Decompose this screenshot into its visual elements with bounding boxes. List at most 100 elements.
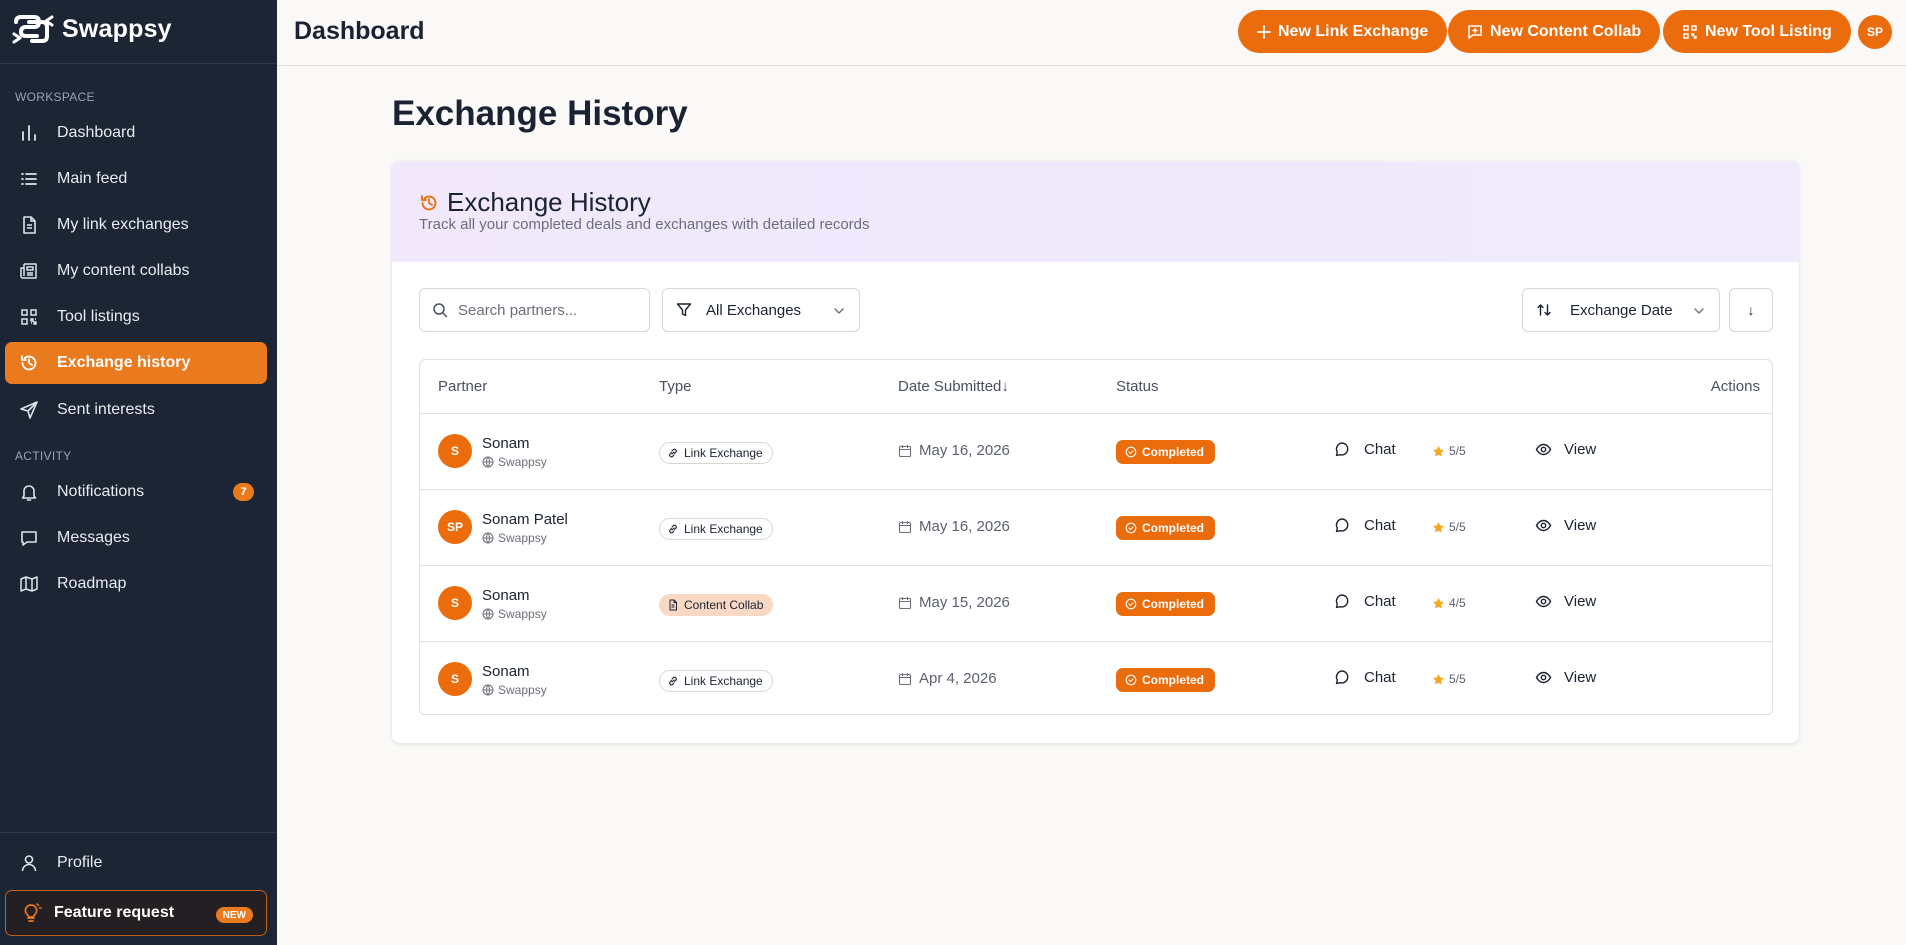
column-header-partner[interactable]: Partner (438, 378, 487, 395)
partner-avatar: SP (438, 510, 472, 544)
sidebar-item-messages[interactable]: Messages (5, 517, 267, 559)
bar-chart-icon (18, 122, 40, 144)
type-badge-label: Link Exchange (684, 446, 763, 460)
link-icon (667, 675, 679, 687)
workspace-section-label: WORKSPACE (15, 90, 95, 104)
chat-button[interactable]: Chat (1334, 441, 1396, 458)
table-row: S Sonam Swappsy Content Collab May 15, 2… (420, 566, 1772, 642)
sort-arrows-icon (1536, 302, 1552, 318)
qr-grid-icon (18, 306, 40, 328)
globe-icon (482, 532, 494, 544)
search-input[interactable] (458, 301, 628, 319)
partner-name[interactable]: Sonam Patel (482, 511, 568, 528)
exchange-type-filter-value: All Exchanges (706, 301, 802, 319)
message-plus-icon (1467, 24, 1483, 40)
link-icon (667, 523, 679, 535)
date-submitted: Apr 4, 2026 (898, 670, 997, 687)
brand[interactable]: Swappsy (12, 11, 172, 47)
partner-name[interactable]: Sonam (482, 663, 530, 680)
partner-name[interactable]: Sonam (482, 587, 530, 604)
exchange-type-filter[interactable]: All Exchanges (662, 288, 860, 332)
eye-icon (1535, 441, 1552, 458)
view-label: View (1564, 669, 1597, 686)
chat-bubble-icon (1334, 669, 1351, 686)
new-content-collab-button[interactable]: New Content Collab (1448, 10, 1661, 53)
calendar-icon (898, 444, 912, 458)
partner-site: Swappsy (482, 455, 547, 469)
type-badge-label: Link Exchange (684, 674, 763, 688)
sidebar-divider (0, 832, 277, 833)
sidebar-item-label: Messages (57, 529, 130, 546)
filter-icon (676, 302, 692, 318)
card-header: Exchange History Track all your complete… (392, 161, 1799, 262)
newspaper-icon (18, 260, 40, 282)
eye-icon (1535, 517, 1552, 534)
search-partners-field[interactable] (419, 288, 650, 332)
new-tool-listing-button[interactable]: New Tool Listing (1663, 10, 1851, 53)
check-circle-icon (1125, 446, 1137, 458)
user-avatar[interactable]: SP (1858, 15, 1892, 49)
table-row: SP Sonam Patel Swappsy Link Exchange May… (420, 490, 1772, 566)
brand-name: Swappsy (62, 14, 172, 43)
globe-icon (482, 456, 494, 468)
list-icon (18, 168, 40, 190)
card-subtitle: Track all your completed deals and excha… (419, 216, 870, 233)
chat-label: Chat (1364, 441, 1396, 458)
status-badge: Completed (1116, 592, 1216, 616)
swappsy-logo-icon (12, 14, 56, 44)
chat-label: Chat (1364, 669, 1396, 686)
rating-value: 5/5 (1449, 520, 1466, 534)
status-badge: Completed (1116, 516, 1216, 540)
sidebar-item-main-feed[interactable]: Main feed (5, 158, 267, 200)
rating: 5/5 (1432, 520, 1466, 534)
sidebar-item-notifications[interactable]: Notifications 7 (5, 471, 267, 513)
view-button[interactable]: View (1535, 517, 1596, 534)
rating: 5/5 (1432, 444, 1466, 458)
sort-by-select[interactable]: Exchange Date (1522, 288, 1720, 332)
feature-request-button[interactable]: Feature request NEW (5, 890, 267, 936)
chat-button[interactable]: Chat (1334, 669, 1396, 686)
chat-button[interactable]: Chat (1334, 593, 1396, 610)
new-link-exchange-button[interactable]: New Link Exchange (1238, 10, 1448, 53)
link-icon (667, 447, 679, 459)
view-button[interactable]: View (1535, 669, 1596, 686)
sidebar-item-sent-interests[interactable]: Sent interests (5, 389, 267, 431)
sort-direction-button[interactable]: ↓ (1729, 288, 1773, 332)
partner-name[interactable]: Sonam (482, 435, 530, 452)
view-label: View (1564, 593, 1597, 610)
column-header-status[interactable]: Status (1116, 378, 1159, 395)
sidebar-item-tool-listings[interactable]: Tool listings (5, 296, 267, 338)
globe-icon (482, 608, 494, 620)
sidebar-item-my-link-exchanges[interactable]: My link exchanges (5, 204, 267, 246)
sidebar-item-exchange-history[interactable]: Exchange history (5, 342, 267, 384)
calendar-icon (898, 672, 912, 686)
column-header-actions: Actions (1710, 378, 1760, 395)
chevron-down-icon (833, 305, 845, 317)
partner-site-label: Swappsy (498, 607, 547, 621)
top-bar-title: Dashboard (294, 17, 425, 45)
type-badge-label: Content Collab (684, 598, 764, 612)
notifications-count-badge: 7 (233, 483, 254, 501)
activity-section-label: ACTIVITY (15, 449, 72, 463)
chat-button[interactable]: Chat (1334, 517, 1396, 534)
type-badge: Content Collab (659, 594, 774, 616)
partner-site-label: Swappsy (498, 683, 547, 697)
message-icon (18, 527, 40, 549)
view-button[interactable]: View (1535, 441, 1596, 458)
column-header-date-submitted[interactable]: Date Submitted↓ (898, 378, 1009, 395)
sidebar-item-label: Notifications (57, 483, 145, 500)
qr-grid-icon (1682, 24, 1698, 40)
lightbulb-icon (20, 902, 42, 924)
sidebar-item-dashboard[interactable]: Dashboard (5, 112, 267, 154)
sidebar-item-my-content-collabs[interactable]: My content collabs (5, 250, 267, 292)
view-label: View (1564, 517, 1597, 534)
chat-label: Chat (1364, 517, 1396, 534)
sidebar-item-profile[interactable]: Profile (5, 842, 267, 884)
status-badge: Completed (1116, 668, 1216, 692)
date-value: May 16, 2026 (919, 442, 1010, 459)
column-header-type[interactable]: Type (659, 378, 692, 395)
view-button[interactable]: View (1535, 593, 1596, 610)
sidebar-item-roadmap[interactable]: Roadmap (5, 563, 267, 605)
date-submitted: May 16, 2026 (898, 442, 1010, 459)
sidebar-item-label: My content collabs (57, 262, 190, 279)
